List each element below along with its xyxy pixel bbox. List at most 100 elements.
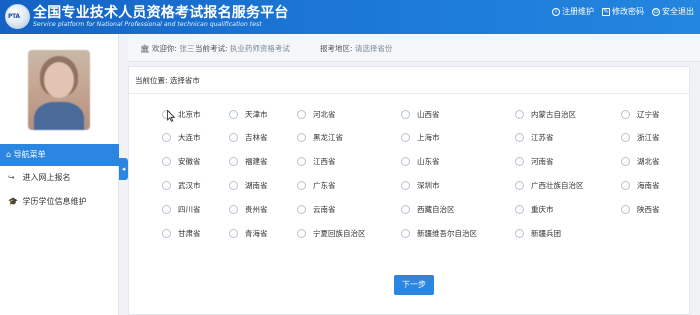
radio-button[interactable] (297, 180, 306, 190)
radio-button[interactable] (515, 132, 524, 142)
province-label: 贵州省 (245, 204, 268, 214)
radio-button[interactable] (401, 132, 410, 142)
province-option[interactable]: 四川省 (162, 203, 201, 215)
radio-button[interactable] (515, 180, 524, 190)
province-option[interactable]: 河北省 (297, 108, 336, 120)
province-label: 安徽省 (178, 156, 201, 166)
province-option[interactable]: 湖北省 (621, 155, 660, 167)
province-option[interactable]: 安徽省 (162, 155, 201, 167)
user-info-bar: 🏛 欢迎你: 张三 当前考试: 执业药师资格考试 报考地区: 请选择省份 (128, 34, 700, 62)
province-option[interactable]: 云南省 (297, 203, 336, 215)
sidebar-item-online-registration[interactable]: ↪ 进入网上报名 (0, 167, 119, 189)
province-label: 西藏自治区 (417, 204, 455, 214)
change-password-link[interactable]: ✎ 修改密码 (602, 6, 644, 17)
province-option[interactable]: 贵州省 (229, 203, 268, 215)
logout-link[interactable]: ⏻ 安全退出 (652, 6, 694, 17)
province-option[interactable]: 海南省 (621, 179, 660, 191)
province-option[interactable]: 甘肃省 (162, 227, 201, 239)
province-option[interactable]: 上海市 (401, 131, 440, 143)
province-label: 黑龙江省 (313, 132, 343, 142)
divider (129, 93, 689, 94)
header-links: i 注册维护 ✎ 修改密码 ⏻ 安全退出 (552, 6, 694, 17)
radio-button[interactable] (229, 228, 238, 238)
radio-button[interactable] (515, 109, 524, 119)
province-option[interactable]: 陕西省 (621, 203, 660, 215)
province-option[interactable]: 江西省 (297, 155, 336, 167)
province-option[interactable]: 新疆兵团 (515, 227, 561, 239)
province-option[interactable]: 辽宁省 (621, 108, 660, 120)
radio-button[interactable] (162, 204, 171, 214)
province-option[interactable]: 福建省 (229, 155, 268, 167)
province-option[interactable]: 湖南省 (229, 179, 268, 191)
province-option[interactable]: 大连市 (162, 131, 201, 143)
province-option[interactable]: 吉林省 (229, 131, 268, 143)
radio-button[interactable] (162, 132, 171, 142)
radio-button[interactable] (621, 132, 630, 142)
radio-button[interactable] (515, 156, 524, 166)
province-label: 新疆维吾尔自治区 (417, 228, 477, 238)
province-label: 陕西省 (637, 204, 660, 214)
radio-button[interactable] (162, 228, 171, 238)
radio-button[interactable] (401, 228, 410, 238)
exam-region-info: 报考地区: 请选择省份 (320, 44, 393, 53)
radio-button[interactable] (297, 228, 306, 238)
user-name: 张三 (179, 44, 195, 53)
province-option[interactable]: 浙江省 (621, 131, 660, 143)
radio-button[interactable] (229, 180, 238, 190)
sidebar-item-education-info[interactable]: 🎓 学历学位信息维护 (0, 191, 119, 213)
radio-button[interactable] (401, 156, 410, 166)
radio-button[interactable] (515, 228, 524, 238)
radio-button[interactable] (229, 156, 238, 166)
province-option[interactable]: 内蒙古自治区 (515, 108, 576, 120)
sidebar-collapse-toggle[interactable]: ◂ (119, 158, 128, 180)
radio-button[interactable] (297, 132, 306, 142)
radio-button[interactable] (621, 180, 630, 190)
province-option[interactable]: 山西省 (401, 108, 440, 120)
province-label: 内蒙古自治区 (531, 109, 576, 119)
province-option[interactable]: 江苏省 (515, 131, 554, 143)
province-option[interactable]: 西藏自治区 (401, 203, 455, 215)
radio-button[interactable] (621, 156, 630, 166)
province-option[interactable]: 广东省 (297, 179, 336, 191)
province-option[interactable]: 天津市 (229, 108, 268, 120)
radio-button[interactable] (297, 156, 306, 166)
province-option[interactable]: 新疆维吾尔自治区 (401, 227, 477, 239)
province-label: 河南省 (531, 156, 554, 166)
next-step-button[interactable]: 下一步 (394, 275, 434, 295)
nav-menu-header: ⌂ 导航菜单 (0, 144, 119, 166)
radio-button[interactable] (621, 204, 630, 214)
radio-button[interactable] (162, 156, 171, 166)
exam-region-value: 请选择省份 (354, 44, 393, 53)
radio-button[interactable] (162, 180, 171, 190)
province-option[interactable]: 广西壮族自治区 (515, 179, 584, 191)
province-option[interactable]: 黑龙江省 (297, 131, 343, 143)
province-option[interactable]: 武汉市 (162, 179, 201, 191)
radio-button[interactable] (229, 132, 238, 142)
province-option[interactable]: 重庆市 (515, 203, 554, 215)
radio-button[interactable] (515, 204, 524, 214)
province-label: 广东省 (313, 180, 336, 190)
radio-button[interactable] (621, 109, 630, 119)
radio-button[interactable] (229, 204, 238, 214)
province-label: 云南省 (313, 204, 336, 214)
province-label: 山东省 (417, 156, 440, 166)
province-option[interactable]: 青海省 (229, 227, 268, 239)
province-label: 北京市 (178, 109, 201, 119)
breadcrumb: 当前位置: 选择省市 (135, 76, 200, 85)
province-option[interactable]: 深圳市 (401, 179, 440, 191)
radio-button[interactable] (401, 109, 410, 119)
province-option[interactable]: 山东省 (401, 155, 440, 167)
radio-button[interactable] (401, 204, 410, 214)
radio-button[interactable] (297, 109, 306, 119)
radio-button[interactable] (229, 109, 238, 119)
graduation-cap-icon: 🎓 (8, 197, 18, 206)
radio-button[interactable] (297, 204, 306, 214)
current-exam-info: 当前考试: 执业药师资格考试 (195, 44, 290, 53)
mouse-cursor-icon (167, 110, 175, 122)
province-option[interactable]: 河南省 (515, 155, 554, 167)
province-label: 深圳市 (417, 180, 440, 190)
current-exam-value: 执业药师资格考试 (229, 44, 290, 53)
province-option[interactable]: 宁夏回族自治区 (297, 227, 366, 239)
radio-button[interactable] (401, 180, 410, 190)
register-maintain-link[interactable]: i 注册维护 (552, 6, 594, 17)
